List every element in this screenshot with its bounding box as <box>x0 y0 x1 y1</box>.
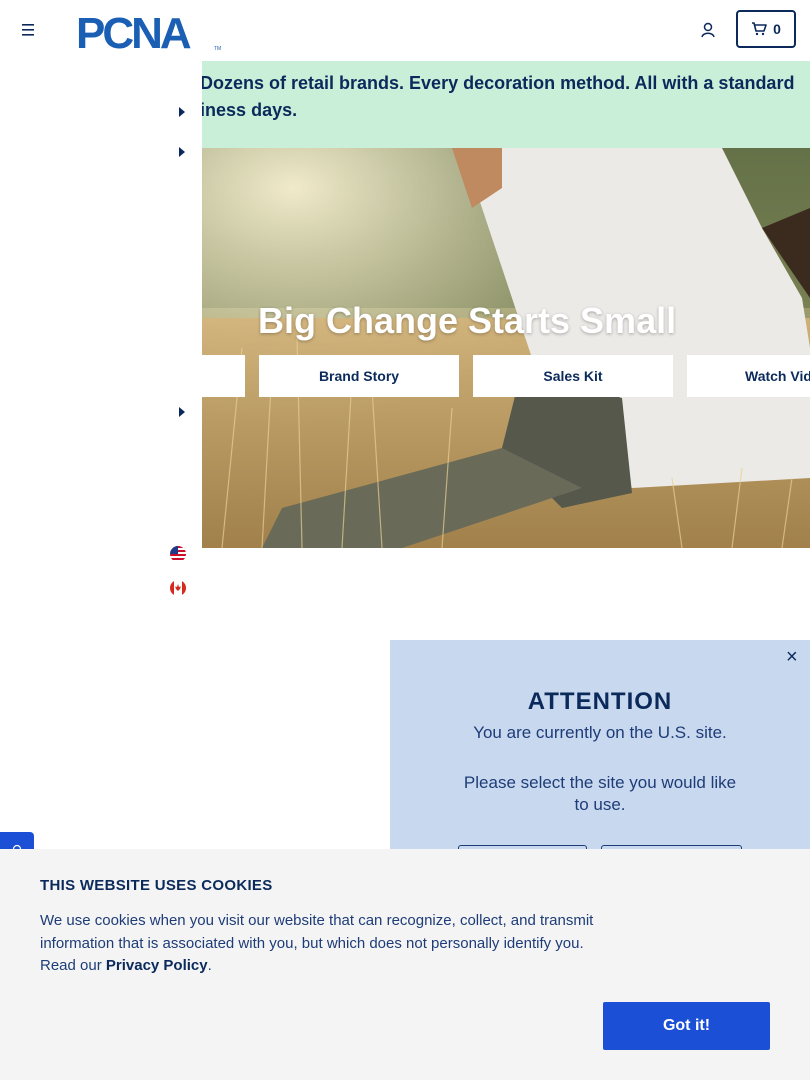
cart-icon <box>752 22 767 36</box>
watch-video-label: Watch Video <box>745 368 810 384</box>
logo-tm: TM <box>214 46 221 52</box>
user-icon[interactable] <box>698 20 718 40</box>
cart-count: 0 <box>773 21 781 37</box>
hero-photo <box>202 148 810 548</box>
nav-drawer <box>0 61 202 601</box>
logo-wordmark: PCNA <box>76 10 191 52</box>
modal-instruction-text: Please select the site you would like to… <box>463 773 737 814</box>
announcement-clip: Thousands of products. Dozens of retail … <box>200 61 810 148</box>
modal-current-site-text: You are currently on the U.S. site. <box>473 723 727 742</box>
announcement-text: Thousands of products. Dozens of retail … <box>200 73 795 120</box>
canada-flag-icon[interactable] <box>170 580 186 596</box>
cookie-period: . <box>207 957 212 974</box>
us-flag-icon[interactable] <box>170 546 186 562</box>
caret-right-icon[interactable] <box>179 147 185 157</box>
cart-button[interactable]: 0 <box>736 10 796 48</box>
cookie-title: THIS WEBSITE USES COOKIES <box>40 877 273 894</box>
hero-title: Big Change Starts Small <box>258 300 677 341</box>
pcna-logo[interactable]: PCNA TM <box>76 9 226 58</box>
modal-title: ATTENTION <box>527 688 673 715</box>
watch-video-button[interactable]: Watch Video <box>687 355 810 397</box>
cookie-text: We use cookies when you visit our websit… <box>40 910 610 978</box>
cookie-accept-button[interactable]: Got it! <box>603 1002 770 1050</box>
privacy-policy-link[interactable]: Privacy Policy <box>106 957 208 974</box>
close-icon[interactable]: × <box>786 647 798 667</box>
sales-kit-button[interactable]: Sales Kit <box>473 355 673 397</box>
caret-right-icon[interactable] <box>179 107 185 117</box>
brand-story-button[interactable]: Brand Story <box>259 355 459 397</box>
hero-image <box>202 148 810 548</box>
menu-icon[interactable] <box>18 22 38 38</box>
caret-right-icon[interactable] <box>179 407 185 417</box>
